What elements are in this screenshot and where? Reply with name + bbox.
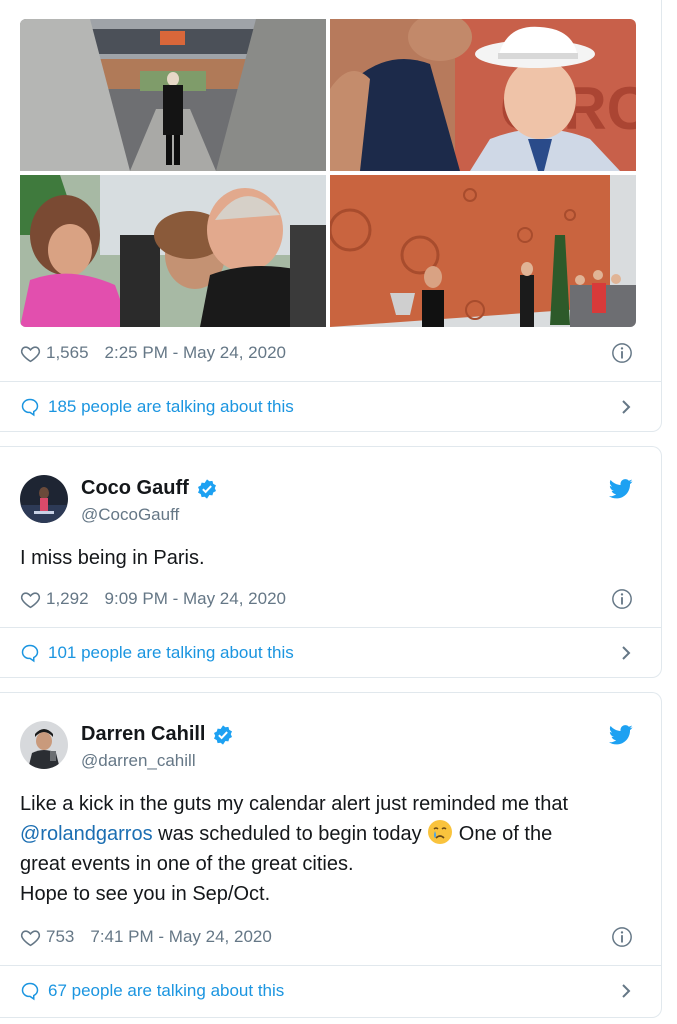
talking-about-link[interactable]: 67 people are talking about this xyxy=(20,979,633,1003)
heart-icon[interactable] xyxy=(20,343,41,364)
like-count[interactable]: 1,292 xyxy=(46,589,89,609)
avatar[interactable] xyxy=(20,721,68,769)
like-count[interactable]: 1,565 xyxy=(46,343,89,363)
talking-about-text: 67 people are talking about this xyxy=(48,981,285,1000)
tweet-meta: 753 7:41 PM - May 24, 2020 xyxy=(20,925,633,949)
info-icon[interactable] xyxy=(611,588,633,610)
chevron-right-icon xyxy=(622,646,631,660)
photo-tunnel-man-in-suit xyxy=(20,19,326,171)
tweet-text: Like a kick in the guts my calendar aler… xyxy=(20,789,631,909)
mention-link[interactable]: @rolandgarros xyxy=(20,823,153,845)
tweet-timestamp[interactable]: 7:41 PM - May 24, 2020 xyxy=(90,927,271,947)
display-name-text[interactable]: Coco Gauff xyxy=(81,477,189,500)
user-handle[interactable]: @darren_cahill xyxy=(81,751,196,771)
user-handle[interactable]: @CocoGauff xyxy=(81,505,179,525)
crying-face-emoji-icon xyxy=(428,820,453,844)
talking-about-link[interactable]: 185 people are talking about this xyxy=(20,395,633,419)
chevron-right-icon xyxy=(622,984,631,998)
tweet-text-segment: was scheduled to begin today xyxy=(152,823,428,845)
tweet-text-line-2: @rolandgarros was scheduled to begin tod… xyxy=(20,819,631,849)
media-photo-3[interactable] xyxy=(20,175,326,327)
media-photo-2[interactable]: G ROS xyxy=(330,19,636,171)
media-photo-4[interactable] xyxy=(330,175,636,327)
divider xyxy=(0,627,661,628)
divider xyxy=(0,381,661,382)
heart-icon[interactable] xyxy=(20,927,41,948)
verified-badge-icon xyxy=(197,478,216,499)
tweet-meta: 1,565 2:25 PM - May 24, 2020 xyxy=(20,341,633,365)
info-icon[interactable] xyxy=(611,926,633,948)
avatar-darren-cahill-icon xyxy=(20,721,68,769)
tweet-text-line-3: great events in one of the great cities. xyxy=(20,853,354,875)
photo-trophy-by-clay-wall xyxy=(330,175,636,327)
tweet-card-2: Coco Gauff @CocoGauff I miss being in Pa… xyxy=(0,446,662,678)
verified-badge-icon xyxy=(214,724,233,745)
photo-player-and-man-in-white-hat: G ROS xyxy=(330,19,636,171)
display-name-text[interactable]: Darren Cahill xyxy=(81,723,205,746)
talking-about-link[interactable]: 101 people are talking about this xyxy=(20,641,633,665)
tweet-text-line-1: Like a kick in the guts my calendar aler… xyxy=(20,793,569,815)
tweet-text-segment: One of the xyxy=(453,823,553,845)
tweet-timestamp[interactable]: 9:09 PM - May 24, 2020 xyxy=(105,589,286,609)
tweet-card-1: G ROS xyxy=(0,0,662,432)
tweet-text-line-4: Hope to see you in Sep/Oct. xyxy=(20,883,271,905)
like-count[interactable]: 753 xyxy=(46,927,74,947)
media-photo-1[interactable] xyxy=(20,19,326,171)
reply-bubble-icon xyxy=(21,982,39,1001)
info-icon[interactable] xyxy=(611,342,633,364)
avatar[interactable] xyxy=(20,475,68,523)
heart-icon[interactable] xyxy=(20,589,41,610)
reply-bubble-icon xyxy=(21,644,39,663)
tweet-card-3: Darren Cahill @darren_cahill Like a kick… xyxy=(0,692,662,1018)
avatar-coco-gauff-icon xyxy=(20,475,68,523)
twitter-bird-icon[interactable] xyxy=(609,479,633,499)
chevron-right-icon xyxy=(622,400,631,414)
photo-crowd-embrace xyxy=(20,175,326,327)
twitter-bird-icon[interactable] xyxy=(609,725,633,745)
tweet-text: I miss being in Paris. xyxy=(20,547,205,569)
tweet-meta: 1,292 9:09 PM - May 24, 2020 xyxy=(20,587,633,611)
talking-about-text: 185 people are talking about this xyxy=(48,397,294,416)
tweet-timestamp[interactable]: 2:25 PM - May 24, 2020 xyxy=(105,343,286,363)
display-name[interactable]: Darren Cahill xyxy=(81,723,234,746)
divider xyxy=(0,965,661,966)
display-name[interactable]: Coco Gauff xyxy=(81,477,218,500)
talking-about-text: 101 people are talking about this xyxy=(48,643,294,662)
media-grid[interactable]: G ROS xyxy=(20,19,636,327)
reply-bubble-icon xyxy=(21,398,39,417)
